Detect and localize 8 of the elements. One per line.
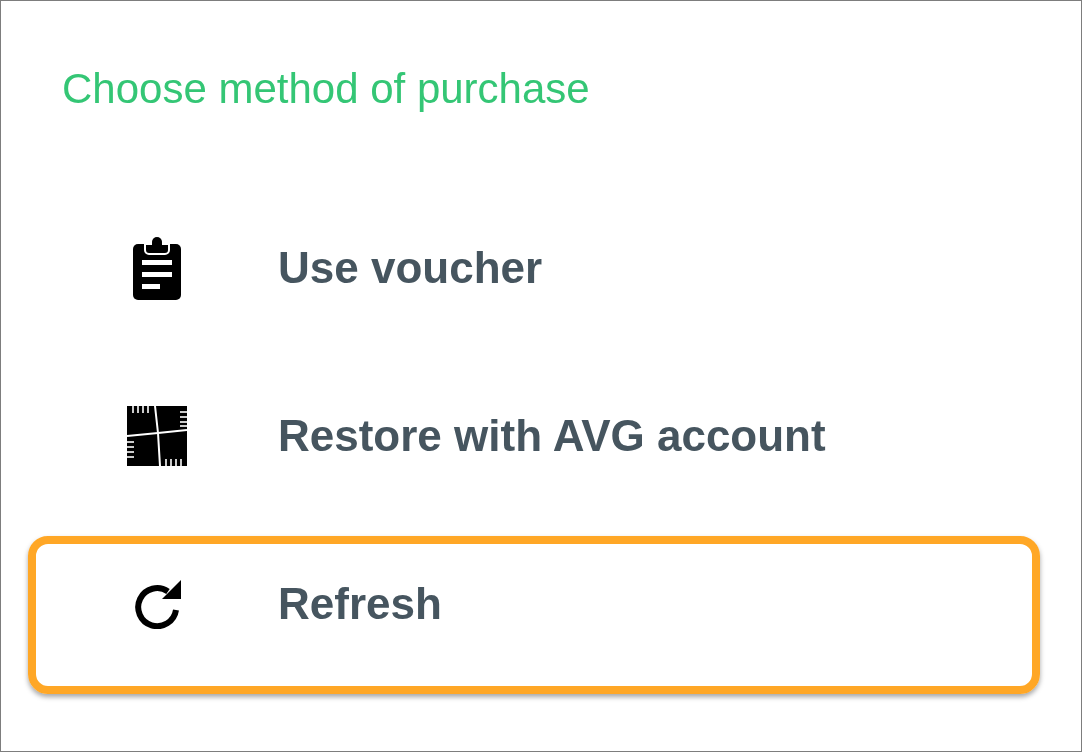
menu-item-label: Refresh [278, 578, 442, 631]
highlighted-menu-item[interactable]: Refresh [28, 536, 1040, 695]
dialog-title: Choose method of purchase [62, 64, 590, 114]
refresh-icon [132, 579, 182, 630]
menu-item-label[interactable]: Restore with AVG account [278, 404, 826, 469]
menu-item-label[interactable]: Use voucher [278, 236, 543, 301]
interlocked-squares-icon [127, 406, 187, 467]
clipboard-icon [133, 236, 181, 300]
